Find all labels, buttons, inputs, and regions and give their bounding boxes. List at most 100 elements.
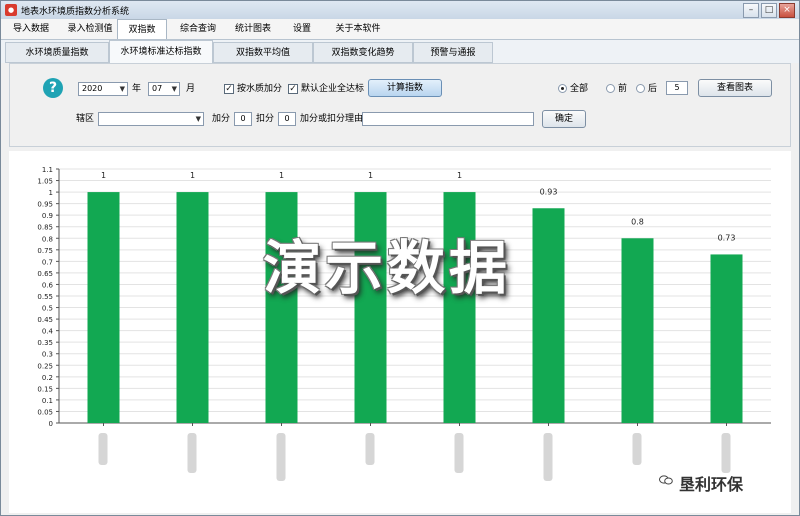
bar: [87, 192, 120, 423]
year-label: 年: [132, 84, 142, 94]
bar-chart: 0 0.05 0.1 0.15 0.2 0.25 0.3 0.35 0.4 0.45 0.5 0.55…: [37, 166, 771, 481]
add-by-quality-checkbox[interactable]: ✓: [224, 84, 234, 94]
x-tick-label-blurred: [187, 433, 197, 473]
tab-settings[interactable]: 设置: [283, 19, 321, 39]
y-tick-label: 0.85: [37, 224, 53, 232]
default-compliant-label: 默认企业全达标: [301, 84, 365, 94]
x-tick-label-blurred: [721, 433, 731, 473]
y-tick-label: 0.95: [37, 201, 53, 209]
confirm-button[interactable]: 确定: [542, 110, 586, 128]
subtab-average[interactable]: 双指数平均值: [213, 42, 313, 63]
y-tick-label: 0.1: [42, 397, 53, 405]
sub-tabs: 水环境质量指数 水环境标准达标指数 双指数平均值 双指数变化趋势 预警与通报: [1, 40, 799, 63]
month-label: 月: [186, 84, 196, 94]
bonus-label: 加分: [212, 114, 231, 124]
wechat-icon: [659, 475, 673, 485]
window-title: 地表水环境质指数分析系统: [21, 7, 130, 17]
radio-all[interactable]: [558, 84, 567, 93]
tab-import-data[interactable]: 导入数据: [5, 19, 57, 39]
y-tick-label: 0.9: [42, 212, 53, 220]
data-label: 1: [190, 171, 195, 180]
year-select[interactable]: 2020 ▼: [78, 82, 128, 96]
y-tick-label: 0: [49, 420, 53, 428]
subtab-compliance-index[interactable]: 水环境标准达标指数: [109, 40, 213, 63]
radio-back[interactable]: [636, 84, 645, 93]
y-tick-label: 0.5: [42, 305, 53, 313]
x-tick-label-blurred: [632, 433, 642, 465]
x-tick-label-blurred: [98, 433, 108, 465]
app-window: ● 地表水环境质指数分析系统 – □ × 导入数据 录入检测值 双指数 综合查询…: [0, 0, 800, 516]
x-tick-label-blurred: [365, 433, 375, 465]
deduct-input[interactable]: 0: [278, 112, 296, 126]
title-bar: ● 地表水环境质指数分析系统 – □ ×: [1, 1, 799, 19]
y-tick-label: 0.45: [37, 316, 53, 324]
main-tabs: 导入数据 录入检测值 双指数 综合查询 统计图表 设置 关于本软件: [1, 19, 799, 40]
chevron-down-icon: ▼: [171, 85, 177, 93]
tab-query[interactable]: 综合查询: [169, 19, 227, 39]
data-label: 0.73: [718, 233, 736, 242]
default-compliant-checkbox[interactable]: ✓: [288, 84, 298, 94]
y-tick-label: 1.1: [42, 166, 53, 174]
y-tick-label: 0.55: [37, 293, 53, 301]
data-label: 1: [101, 171, 106, 180]
year-value: 2020: [82, 84, 103, 93]
subtab-trend[interactable]: 双指数变化趋势: [313, 42, 413, 63]
data-label: 1: [279, 171, 284, 180]
add-by-quality-label: 按水质加分: [237, 84, 283, 94]
tab-about[interactable]: 关于本软件: [327, 19, 389, 39]
reason-input[interactable]: [362, 112, 534, 126]
chevron-down-icon: ▼: [119, 85, 125, 93]
y-tick-label: 1: [49, 189, 53, 197]
window-controls: – □ ×: [743, 3, 795, 18]
radio-back-label: 后: [648, 84, 658, 94]
reason-label: 加分或扣分理由: [300, 114, 364, 124]
y-tick-label: 1.05: [37, 178, 53, 186]
data-label: 1: [368, 171, 373, 180]
y-tick-label: 0.4: [42, 328, 54, 336]
subtab-quality-index[interactable]: 水环境质量指数: [5, 42, 109, 63]
app-logo-icon: ●: [5, 4, 17, 16]
y-tick-label: 0.7: [42, 258, 53, 266]
data-label: 0.93: [540, 187, 558, 196]
tab-dual-index[interactable]: 双指数: [117, 19, 167, 39]
subtab-warning[interactable]: 预警与通报: [413, 42, 493, 63]
month-select[interactable]: 07 ▼: [148, 82, 180, 96]
radio-front-label: 前: [618, 84, 628, 94]
chart-panel: 0 0.05 0.1 0.15 0.2 0.25 0.3 0.35 0.4 0.45 0.5 0.55…: [9, 151, 791, 513]
y-tick-label: 0.35: [37, 339, 53, 347]
bar: [532, 208, 565, 423]
help-icon[interactable]: ?: [43, 78, 63, 98]
tab-statistics[interactable]: 统计图表: [227, 19, 279, 39]
district-label: 辖区: [76, 114, 95, 124]
brand-name: 垦利环保: [679, 475, 744, 494]
close-button[interactable]: ×: [779, 3, 795, 18]
y-tick-label: 0.3: [42, 351, 53, 359]
maximize-button[interactable]: □: [761, 3, 777, 18]
chevron-down-icon: ▼: [195, 115, 201, 123]
bonus-input[interactable]: 0: [234, 112, 252, 126]
data-label: 0.8: [631, 217, 644, 226]
x-tick-label-blurred: [543, 433, 553, 481]
y-tick-label: 0.8: [42, 235, 53, 243]
x-tick-label-blurred: [276, 433, 286, 481]
top-n-input[interactable]: 5: [666, 81, 688, 95]
y-tick-label: 0.2: [42, 374, 53, 382]
view-chart-button[interactable]: 查看图表: [698, 79, 772, 97]
calculate-button[interactable]: 计算指数: [368, 79, 442, 97]
radio-all-label: 全部: [570, 84, 589, 94]
y-tick-label: 0.05: [37, 408, 53, 416]
district-select[interactable]: ▼: [98, 112, 204, 126]
bar: [710, 254, 743, 423]
bar: [621, 238, 654, 423]
month-value: 07: [152, 84, 163, 93]
y-tick-label: 0.75: [37, 247, 53, 255]
deduct-label: 扣分: [256, 114, 275, 124]
control-panel: ? 2020 ▼ 年 07 ▼ 月 ✓ 按水质加分 ✓ 默认企业全达标 计算指数…: [9, 63, 791, 147]
y-tick-label: 0.6: [42, 281, 54, 289]
y-tick-label: 0.65: [37, 270, 53, 278]
radio-front[interactable]: [606, 84, 615, 93]
minimize-button[interactable]: –: [743, 3, 759, 18]
watermark-text: 演示数据: [263, 234, 512, 302]
tab-enter-values[interactable]: 录入检测值: [61, 19, 119, 39]
y-tick-label: 0.25: [37, 362, 53, 370]
